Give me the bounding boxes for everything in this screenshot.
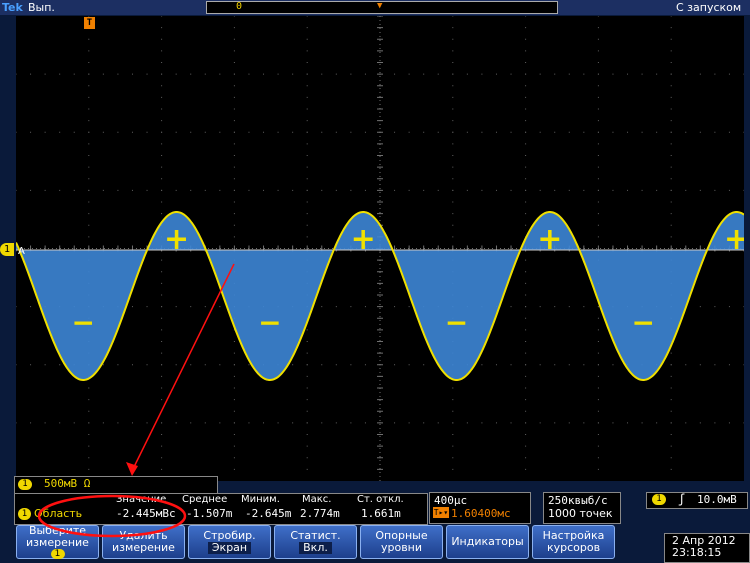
trigger-channel-badge: 1 bbox=[652, 494, 666, 505]
area-negative-sign: − bbox=[71, 306, 94, 339]
statistics-button[interactable]: Статист. Вкл. bbox=[274, 525, 357, 559]
meas-value-min: -2.645m bbox=[245, 507, 292, 520]
meas-header-stddev: Ст. откл. bbox=[357, 494, 404, 505]
area-negative-sign: − bbox=[258, 306, 281, 339]
trigger-marker-icon[interactable]: T bbox=[84, 17, 95, 29]
trigger-level-value: 10.0мВ bbox=[697, 493, 737, 506]
channel-1-ground-marker[interactable]: 1 bbox=[0, 243, 14, 256]
annotation-ellipse bbox=[37, 494, 187, 538]
rising-edge-icon: ʃ bbox=[678, 492, 686, 506]
trigger-position-icon: T▸▾ bbox=[433, 507, 449, 518]
sample-rate-value: 250квыб/с bbox=[548, 494, 608, 507]
run-state-label: Вып. bbox=[28, 1, 55, 14]
meas-header-min: Миним. bbox=[241, 494, 280, 505]
brand-logo: Tek bbox=[2, 1, 23, 14]
meas-header-max: Макс. bbox=[302, 494, 332, 505]
timebase-value: 400µс bbox=[434, 494, 468, 507]
annotation-layer bbox=[126, 263, 235, 476]
trigger-position-arrow-icon: ▼ bbox=[377, 1, 383, 11]
record-length-value: 1000 точек bbox=[548, 507, 613, 520]
meas-value-stddev: 1.661m bbox=[361, 507, 401, 520]
area-positive-sign: + bbox=[724, 222, 744, 257]
trigger-position-value: 1.60400мс bbox=[451, 507, 511, 520]
waveform-canvas: − + − + − + − + A bbox=[16, 16, 744, 481]
channel-badge: 1 bbox=[50, 549, 65, 559]
area-negative-sign: − bbox=[631, 306, 654, 339]
reference-levels-button[interactable]: Опорные уровни bbox=[360, 525, 443, 559]
area-positive-sign: + bbox=[164, 222, 189, 257]
area-positive-sign: + bbox=[537, 222, 562, 257]
acquisition-state-label: С запуском bbox=[676, 1, 742, 14]
area-negative-sign: − bbox=[445, 306, 468, 339]
gating-value: Экран bbox=[207, 542, 252, 554]
time-value: 23:18:15 bbox=[672, 546, 722, 559]
statistics-value: Вкл. bbox=[299, 542, 332, 554]
record-position-marker: 0 bbox=[236, 1, 243, 12]
cursor-setup-button[interactable]: Настройка курсоров bbox=[532, 525, 615, 559]
indicators-button[interactable]: Индикаторы bbox=[446, 525, 529, 559]
annotation-arrow bbox=[131, 263, 235, 472]
ground-letter: A bbox=[18, 246, 25, 257]
area-positive-sign: + bbox=[351, 222, 376, 257]
meas-value-max: 2.774m bbox=[300, 507, 340, 520]
